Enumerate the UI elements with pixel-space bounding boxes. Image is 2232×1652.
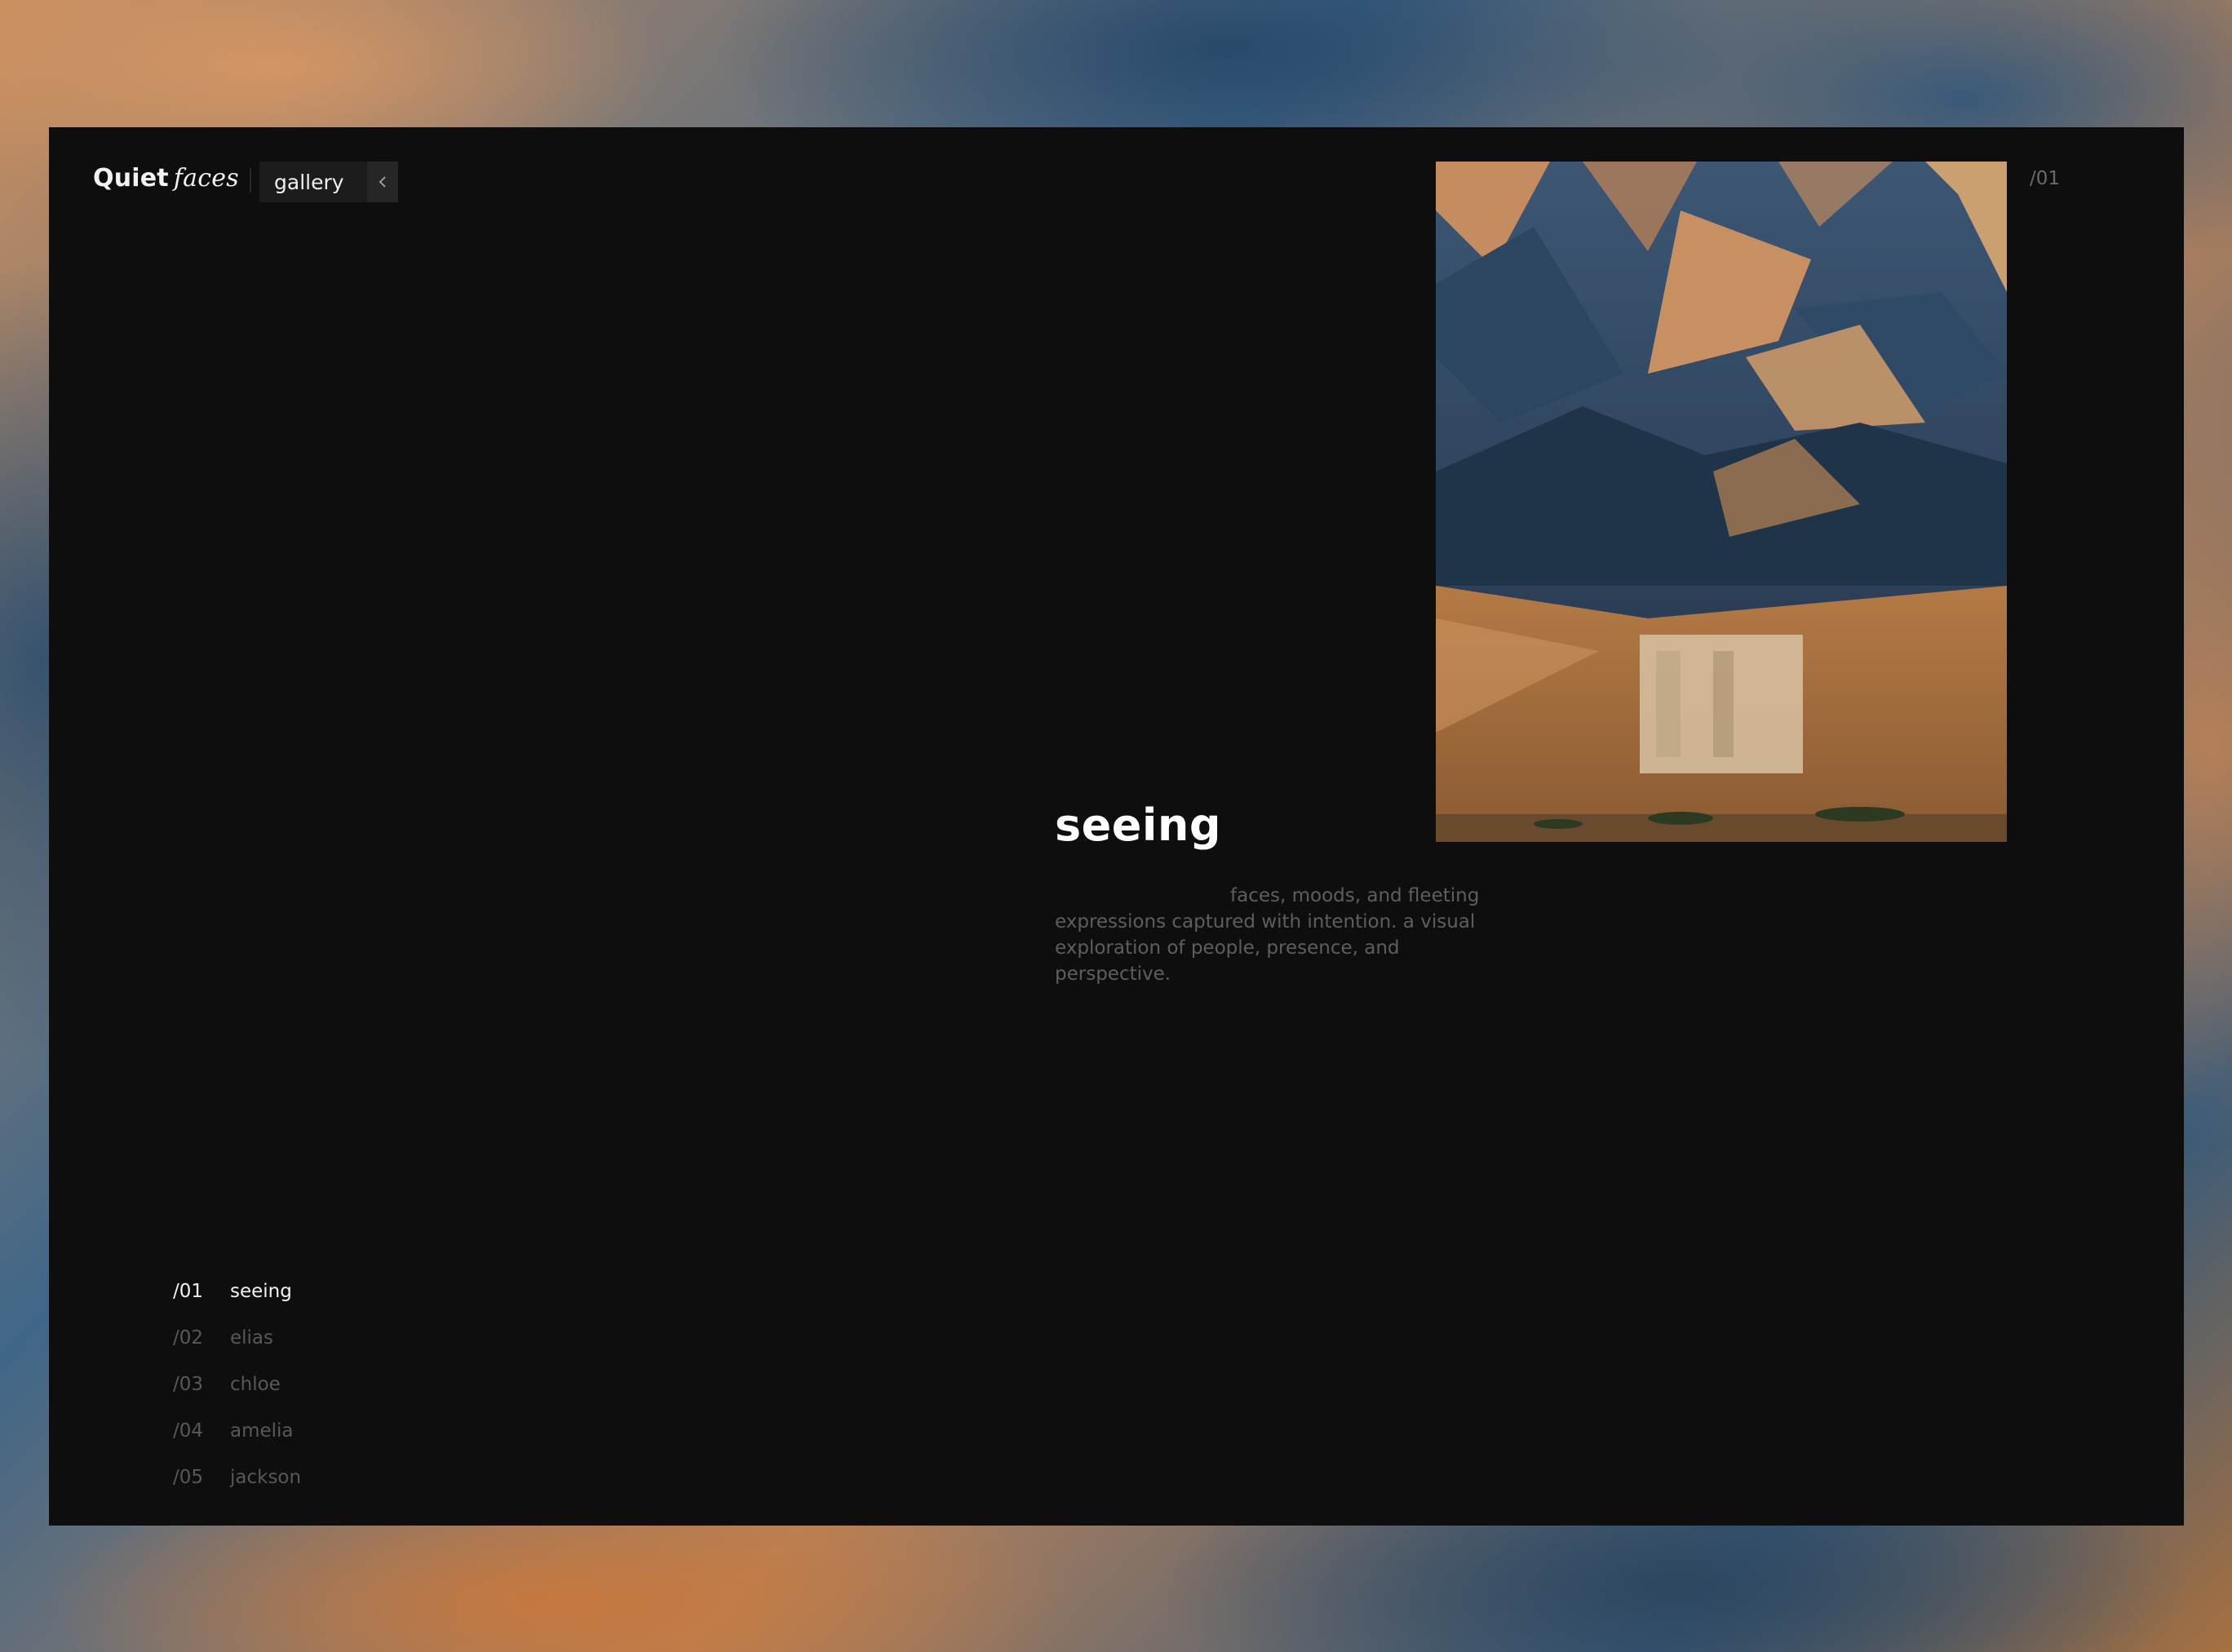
nav-item-number: /05 <box>173 1466 204 1488</box>
nav-item-jackson[interactable]: /05 jackson <box>173 1454 301 1500</box>
nav-item-seeing[interactable]: /01 seeing <box>173 1268 301 1314</box>
brand-name-strong: Quiet <box>93 164 169 193</box>
brand-name-italic: faces <box>173 164 239 193</box>
nav-item-label: chloe <box>230 1373 281 1395</box>
gallery-nav-list: /01 seeing /02 elias /03 chloe /04 ameli… <box>173 1268 301 1500</box>
nav-item-number: /03 <box>173 1373 204 1395</box>
slide-description: faces, moods, and fleeting expressions c… <box>1055 885 1480 985</box>
slide-title: seeing <box>1055 799 1221 851</box>
nav-item-elias[interactable]: /02 elias <box>173 1314 301 1361</box>
hero-image <box>1436 162 2007 842</box>
main-panel: Quiet faces gallery /01 seeing faces, mo… <box>49 127 2184 1526</box>
nav-item-label: amelia <box>230 1419 294 1442</box>
chevron-left-icon <box>379 176 386 188</box>
nav-item-chloe[interactable]: /03 chloe <box>173 1361 301 1407</box>
nav-item-number: /01 <box>173 1280 204 1302</box>
menu-toggle-button[interactable] <box>367 162 398 202</box>
nav-item-label: jackson <box>230 1466 302 1488</box>
nav-item-label: seeing <box>230 1280 292 1302</box>
nav-item-label: elias <box>230 1326 274 1349</box>
gallery-menu-label: gallery <box>274 170 344 194</box>
brand-logo[interactable]: Quiet faces <box>93 166 239 191</box>
nav-item-number: /04 <box>173 1419 204 1442</box>
brand-divider <box>250 168 251 193</box>
slide-index: /01 <box>2030 168 2061 189</box>
nav-item-number: /02 <box>173 1326 204 1349</box>
nav-item-amelia[interactable]: /04 amelia <box>173 1407 301 1454</box>
